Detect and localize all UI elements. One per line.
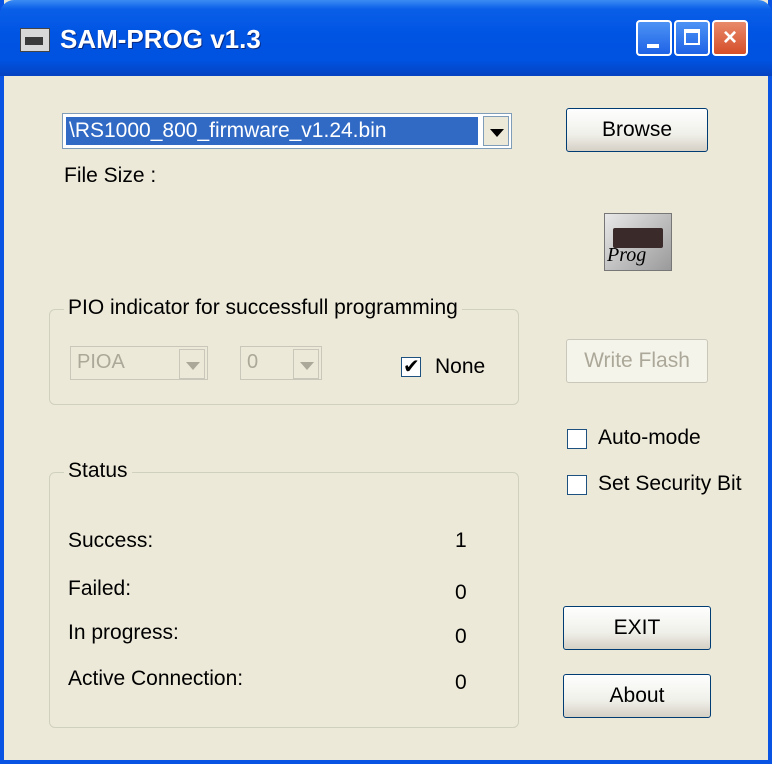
maximize-icon [676,22,708,54]
none-label: None [435,355,486,378]
status-group-legend: Status [64,459,132,483]
pio-port-select: PIOA [70,346,208,380]
pio-pin-select: 0 [240,346,322,380]
status-success-value: 1 [455,529,467,552]
minimize-button[interactable] [636,20,672,56]
minimize-icon [638,22,670,54]
chevron-down-icon [293,349,319,379]
write-flash-button[interactable]: Write Flash [566,339,708,383]
app-window: SAM-PROG v1.3 × \RS1000_800_firmware_v1.… [0,0,772,764]
prog-chip-icon: Prog [604,213,672,271]
title-bar[interactable]: SAM-PROG v1.3 × [0,0,772,76]
prog-icon-label: Prog [607,244,647,266]
status-group: Status Success: 1 Failed: 0 In progress:… [49,459,519,728]
app-icon[interactable] [20,28,50,52]
file-size-label: File Size : [64,164,157,187]
about-button[interactable]: About [563,674,711,718]
close-button[interactable]: × [712,20,748,56]
status-in-progress-value: 0 [455,625,467,648]
chevron-down-icon[interactable] [483,116,509,146]
exit-button[interactable]: EXIT [563,606,711,650]
pio-indicator-group: PIO indicator for successfull programmin… [49,296,519,405]
security-bit-checkbox[interactable] [567,475,587,495]
maximize-button[interactable] [674,20,710,56]
pio-pin-value: 0 [247,351,259,373]
window-title: SAM-PROG v1.3 [60,24,261,54]
status-active-connection-value: 0 [455,671,467,694]
pio-port-value: PIOA [77,351,125,373]
file-path-value: \RS1000_800_firmware_v1.24.bin [66,117,478,145]
status-failed-label: Failed: [68,577,132,600]
none-checkbox[interactable] [401,354,421,379]
status-failed-value: 0 [455,581,467,604]
browse-button[interactable]: Browse [566,108,708,152]
file-path-combobox[interactable]: \RS1000_800_firmware_v1.24.bin [62,113,512,149]
auto-mode-checkbox[interactable] [567,429,587,449]
status-active-connection-label: Active Connection: [68,667,244,690]
auto-mode-label: Auto-mode [598,426,701,449]
status-in-progress-label: In progress: [68,621,179,644]
status-success-label: Success: [68,529,154,552]
chevron-down-icon [179,349,205,379]
security-bit-label: Set Security Bit [598,472,742,495]
pio-group-legend: PIO indicator for successfull programmin… [64,296,462,320]
close-icon: × [722,24,737,51]
